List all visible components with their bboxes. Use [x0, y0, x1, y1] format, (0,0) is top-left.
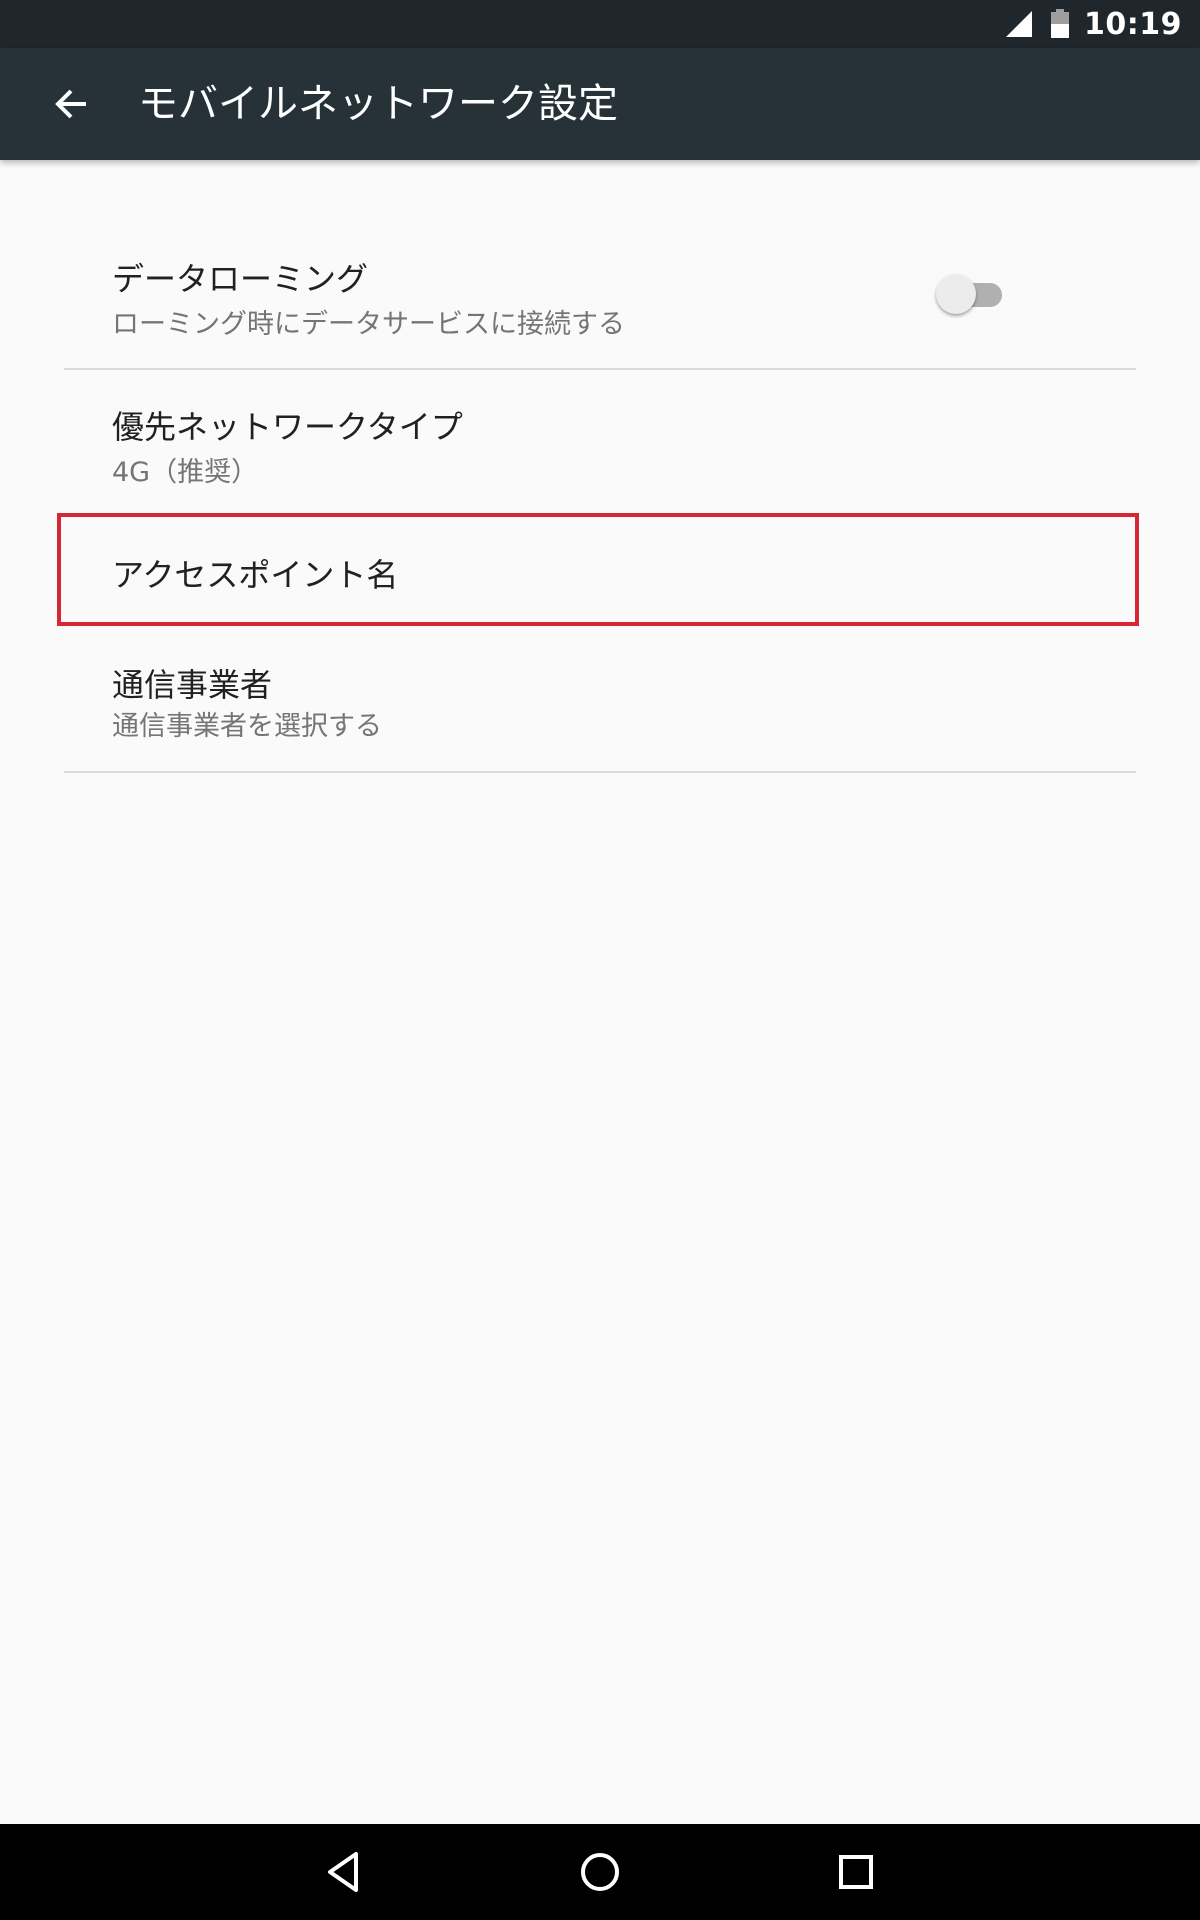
setting-summary: 通信事業者を選択する — [112, 711, 382, 742]
navigation-bar — [0, 1824, 1200, 1920]
nav-home-button[interactable] — [568, 1840, 632, 1904]
setting-summary: ローミング時にデータサービスに接続する — [112, 309, 625, 340]
nav-back-button[interactable] — [312, 1840, 376, 1904]
setting-item-carrier[interactable]: 通信事業者 通信事業者を選択する — [64, 626, 1136, 770]
data-roaming-toggle[interactable] — [936, 272, 1008, 316]
app-bar: モバイルネットワーク設定 — [0, 48, 1200, 160]
setting-summary: 4G（推奨） — [112, 457, 259, 488]
status-icons: 10:19 — [1004, 0, 1182, 48]
home-circle-icon — [581, 1853, 619, 1891]
arrow-left-icon — [55, 89, 86, 119]
back-triangle-icon — [328, 1852, 358, 1892]
signal-icon — [1006, 11, 1032, 37]
status-bar: 10:19 — [0, 0, 1200, 48]
highlight-box — [57, 513, 1139, 626]
setting-title: データローミング — [112, 260, 369, 298]
nav-recents-button[interactable] — [824, 1840, 888, 1904]
divider — [64, 771, 1136, 773]
setting-title: 優先ネットワークタイプ — [112, 408, 463, 446]
setting-item-preferred-network-type[interactable]: 優先ネットワークタイプ 4G（推奨） — [64, 370, 1136, 516]
battery-icon — [1051, 9, 1069, 38]
clock: 10:19 — [1084, 6, 1182, 42]
recents-square-icon — [839, 1855, 873, 1889]
setting-title: 通信事業者 — [112, 666, 273, 704]
back-button[interactable] — [40, 72, 104, 136]
toggle-thumb — [936, 274, 976, 314]
page-title: モバイルネットワーク設定 — [138, 81, 618, 127]
